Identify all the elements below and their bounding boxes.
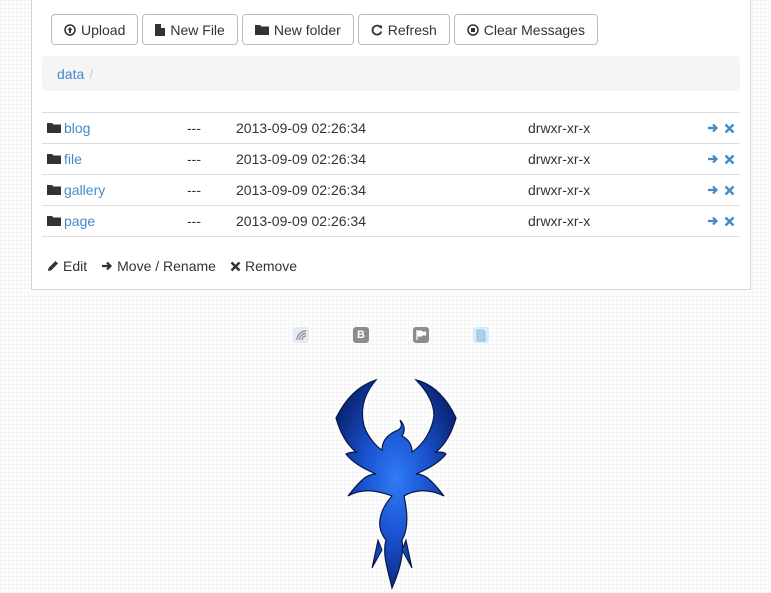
- file-manager-panel: Upload New File New folder Refresh Clear…: [31, 0, 751, 290]
- file-modified: 2013-09-09 02:26:34: [236, 213, 366, 229]
- file-modified: 2013-09-09 02:26:34: [236, 182, 366, 198]
- remove-button[interactable]: Remove: [230, 258, 297, 274]
- new-folder-label: New folder: [273, 21, 341, 38]
- file-name-link[interactable]: blog: [64, 120, 90, 136]
- delete-x-icon[interactable]: [722, 214, 736, 228]
- refresh-button[interactable]: Refresh: [357, 14, 450, 45]
- table-row: file --- 2013-09-09 02:26:34 drwxr-xr-x: [42, 144, 740, 175]
- bottom-actions: Edit Move / Rename Remove: [47, 258, 297, 274]
- phoenix-logo: [335, 378, 457, 590]
- delete-x-icon[interactable]: [722, 152, 736, 166]
- file-permissions: drwxr-xr-x: [528, 151, 591, 167]
- toolbar: Upload New File New folder Refresh Clear…: [51, 14, 598, 45]
- folder-icon: [47, 185, 61, 195]
- upload-button[interactable]: Upload: [51, 14, 139, 45]
- file-permissions: drwxr-xr-x: [528, 213, 591, 229]
- bootstrap-logo-icon[interactable]: B: [353, 327, 369, 343]
- file-modified: 2013-09-09 02:26:34: [236, 151, 366, 167]
- feed-logo-icon[interactable]: [293, 327, 309, 343]
- row-actions: [706, 121, 736, 135]
- move-rename-label: Move / Rename: [117, 258, 216, 274]
- row-actions: [706, 214, 736, 228]
- move-arrow-icon[interactable]: [706, 183, 720, 197]
- file-permissions: drwxr-xr-x: [528, 120, 591, 136]
- breadcrumb-item-data[interactable]: data: [57, 66, 84, 82]
- file-size: ---: [187, 213, 201, 229]
- file-list: blog --- 2013-09-09 02:26:34 drwxr-xr-x …: [42, 112, 740, 237]
- new-file-label: New File: [170, 21, 225, 38]
- edit-button[interactable]: Edit: [47, 258, 87, 274]
- footer-logos: B: [293, 327, 489, 343]
- new-file-button[interactable]: New File: [142, 14, 238, 45]
- file-name-link[interactable]: gallery: [64, 182, 105, 198]
- move-rename-button[interactable]: Move / Rename: [101, 258, 216, 274]
- file-size: ---: [187, 182, 201, 198]
- file-modified: 2013-09-09 02:26:34: [236, 120, 366, 136]
- remove-label: Remove: [244, 258, 298, 274]
- folder-icon: [47, 216, 61, 226]
- stop-circle-icon: [467, 23, 479, 36]
- new-folder-button[interactable]: New folder: [241, 14, 354, 45]
- edit-label: Edit: [63, 258, 88, 274]
- folder-icon: [47, 154, 61, 164]
- arrow-right-icon: [102, 261, 113, 271]
- folder-icon: [254, 25, 269, 35]
- pencil-icon: [48, 261, 58, 271]
- folder-icon: [47, 123, 61, 133]
- flag-logo-icon[interactable]: [413, 327, 429, 343]
- table-row: gallery --- 2013-09-09 02:26:34 drwxr-xr…: [42, 175, 740, 206]
- move-arrow-icon[interactable]: [706, 214, 720, 228]
- file-name-link[interactable]: page: [64, 213, 95, 229]
- clear-messages-button[interactable]: Clear Messages: [453, 14, 598, 45]
- delete-x-icon[interactable]: [722, 183, 736, 197]
- document-logo-icon[interactable]: [473, 327, 489, 343]
- table-row: blog --- 2013-09-09 02:26:34 drwxr-xr-x: [42, 113, 740, 144]
- file-icon: [155, 23, 166, 36]
- refresh-label: Refresh: [387, 21, 437, 38]
- file-name-link[interactable]: file: [64, 151, 82, 167]
- refresh-icon: [371, 24, 382, 35]
- row-actions: [706, 183, 736, 197]
- close-icon: [230, 261, 241, 271]
- move-arrow-icon[interactable]: [706, 152, 720, 166]
- file-size: ---: [187, 151, 201, 167]
- delete-x-icon[interactable]: [722, 121, 736, 135]
- bootstrap-logo-text: B: [357, 329, 365, 341]
- row-actions: [706, 152, 736, 166]
- file-permissions: drwxr-xr-x: [528, 182, 591, 198]
- upload-icon: [64, 23, 76, 36]
- upload-label: Upload: [81, 21, 126, 38]
- move-arrow-icon[interactable]: [706, 121, 720, 135]
- breadcrumb-separator: /: [89, 65, 94, 82]
- breadcrumb: data /: [42, 56, 740, 91]
- clear-messages-label: Clear Messages: [483, 21, 585, 38]
- file-size: ---: [187, 120, 201, 136]
- table-row: page --- 2013-09-09 02:26:34 drwxr-xr-x: [42, 206, 740, 237]
